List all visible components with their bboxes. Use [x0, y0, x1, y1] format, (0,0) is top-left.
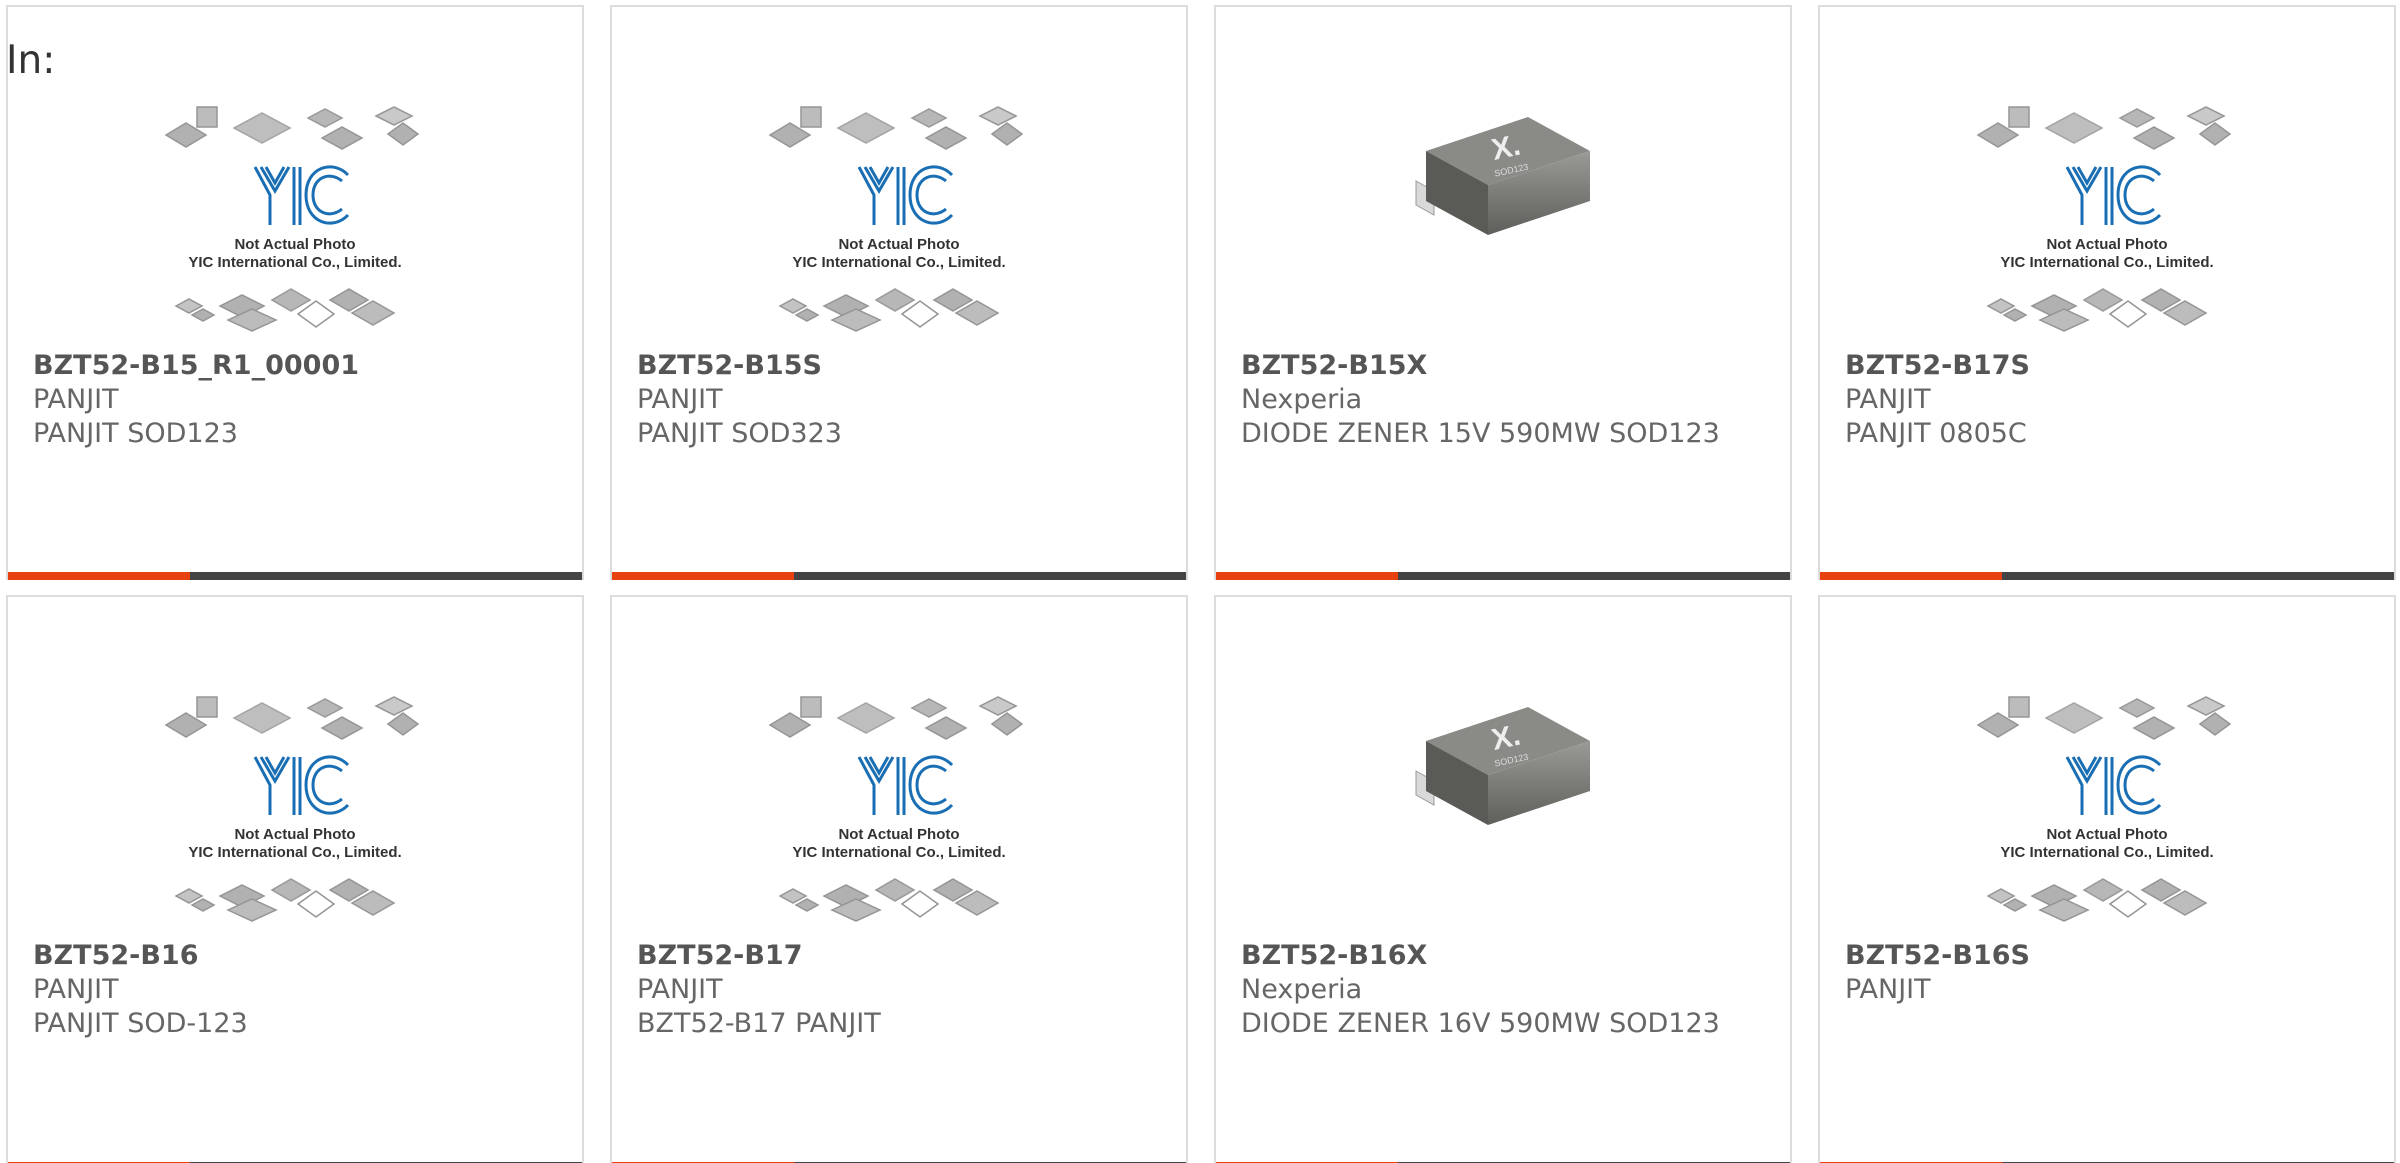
component-icons-bottom	[778, 288, 1000, 332]
svg-text:YIC International Co., Limited: YIC International Co., Limited.	[792, 254, 1005, 271]
svg-text:YIC International Co., Limited: YIC International Co., Limited.	[792, 844, 1005, 861]
part-number[interactable]: BZT52-B15S	[637, 349, 1157, 383]
product-image: Not Actual Photo YIC International Co., L…	[8, 677, 582, 937]
card-bottom-bar	[612, 572, 1186, 580]
yic-logo	[253, 165, 350, 225]
results-heading: In:	[6, 38, 56, 83]
product-card[interactable]: Not Actual Photo YIC International Co., L…	[610, 595, 1188, 1163]
manufacturer: PANJIT	[33, 384, 119, 415]
sod123-chip: X.SOD123	[1415, 117, 1590, 235]
svg-text:Not Actual Photo: Not Actual Photo	[2046, 826, 2167, 843]
product-card[interactable]: Not Actual Photo YIC International Co., L…	[1818, 5, 2396, 580]
description: PANJIT SOD323	[637, 418, 842, 449]
svg-text:Not Actual Photo: Not Actual Photo	[838, 826, 959, 843]
svg-text:YIC International Co., Limited: YIC International Co., Limited.	[2000, 254, 2213, 271]
product-card[interactable]: Not Actual Photo YIC International Co., L…	[6, 5, 584, 580]
product-image: X. SOD123	[1216, 87, 1790, 347]
description: DIODE ZENER 16V 590MW SOD123	[1241, 1008, 1720, 1039]
component-icons-bottom	[1986, 878, 2208, 922]
component-icons-top	[768, 696, 1024, 740]
component-icons-bottom	[174, 878, 396, 922]
part-number[interactable]: BZT52-B16	[33, 939, 553, 973]
manufacturer: PANJIT	[1845, 974, 1931, 1005]
product-image: Not Actual Photo YIC International Co., L…	[612, 87, 1186, 347]
yic-logo	[2065, 755, 2162, 815]
product-image: Not Actual Photo YIC International Co., L…	[612, 677, 1186, 937]
svg-text:Not Actual Photo: Not Actual Photo	[234, 826, 355, 843]
product-grid: Not Actual Photo YIC International Co., L…	[0, 0, 2400, 1163]
product-image: Not Actual Photo YIC International Co., L…	[1820, 87, 2394, 347]
description: DIODE ZENER 15V 590MW SOD123	[1241, 418, 1720, 449]
product-card[interactable]: Not Actual Photo YIC International Co., L…	[610, 5, 1188, 580]
product-card[interactable]: Not Actual Photo YIC International Co., L…	[6, 595, 584, 1163]
card-bottom-bar	[8, 572, 582, 580]
product-card[interactable]: X. SOD123 BZT52-B16X Nexperia DIODE ZENER…	[1214, 595, 1792, 1163]
card-accent	[1216, 572, 1398, 580]
manufacturer: PANJIT	[1845, 384, 1931, 415]
component-icons-top	[1976, 106, 2232, 150]
svg-text:Not Actual Photo: Not Actual Photo	[234, 236, 355, 253]
svg-text:YIC International Co., Limited: YIC International Co., Limited.	[188, 254, 401, 271]
card-bottom-bar	[1216, 572, 1790, 580]
manufacturer: Nexperia	[1241, 974, 1363, 1005]
card-accent	[1820, 572, 2002, 580]
description: PANJIT SOD-123	[33, 1008, 248, 1039]
manufacturer: PANJIT	[33, 974, 119, 1005]
part-number[interactable]: BZT52-B15_R1_00001	[33, 349, 553, 383]
component-icons-top	[164, 106, 420, 150]
product-image: Not Actual Photo YIC International Co., L…	[8, 87, 582, 347]
component-icons-top	[164, 696, 420, 740]
product-card[interactable]: Not Actual Photo YIC International Co., L…	[1818, 595, 2396, 1163]
component-icons-bottom	[778, 878, 1000, 922]
manufacturer: PANJIT	[637, 974, 723, 1005]
product-image: Not Actual Photo YIC International Co., L…	[1820, 677, 2394, 937]
part-number[interactable]: BZT52-B15X	[1241, 349, 1761, 383]
yic-logo	[857, 755, 954, 815]
component-icons-bottom	[1986, 288, 2208, 332]
description: PANJIT 0805C	[1845, 418, 2027, 449]
yic-logo	[857, 165, 954, 225]
card-accent	[612, 572, 794, 580]
svg-text:YIC International Co., Limited: YIC International Co., Limited.	[2000, 844, 2213, 861]
description: BZT52-B17 PANJIT	[637, 1008, 881, 1039]
component-icons-bottom	[174, 288, 396, 332]
component-icons-top	[768, 106, 1024, 150]
manufacturer: PANJIT	[637, 384, 723, 415]
product-card[interactable]: X. SOD123 BZT52-B15X Nexperia DIODE ZENER…	[1214, 5, 1792, 580]
part-number[interactable]: BZT52-B17S	[1845, 349, 2365, 383]
part-number[interactable]: BZT52-B16S	[1845, 939, 2365, 973]
description: PANJIT SOD123	[33, 418, 238, 449]
part-number[interactable]: BZT52-B17	[637, 939, 1157, 973]
card-accent	[8, 572, 190, 580]
yic-logo	[253, 755, 350, 815]
yic-logo	[2065, 165, 2162, 225]
product-image: X. SOD123	[1216, 677, 1790, 937]
component-icons-top	[1976, 696, 2232, 740]
manufacturer: Nexperia	[1241, 384, 1363, 415]
svg-text:Not Actual Photo: Not Actual Photo	[2046, 236, 2167, 253]
part-number[interactable]: BZT52-B16X	[1241, 939, 1761, 973]
svg-text:Not Actual Photo: Not Actual Photo	[838, 236, 959, 253]
svg-text:YIC International Co., Limited: YIC International Co., Limited.	[188, 844, 401, 861]
card-bottom-bar	[1820, 572, 2394, 580]
sod123-chip: X.SOD123	[1415, 707, 1590, 825]
